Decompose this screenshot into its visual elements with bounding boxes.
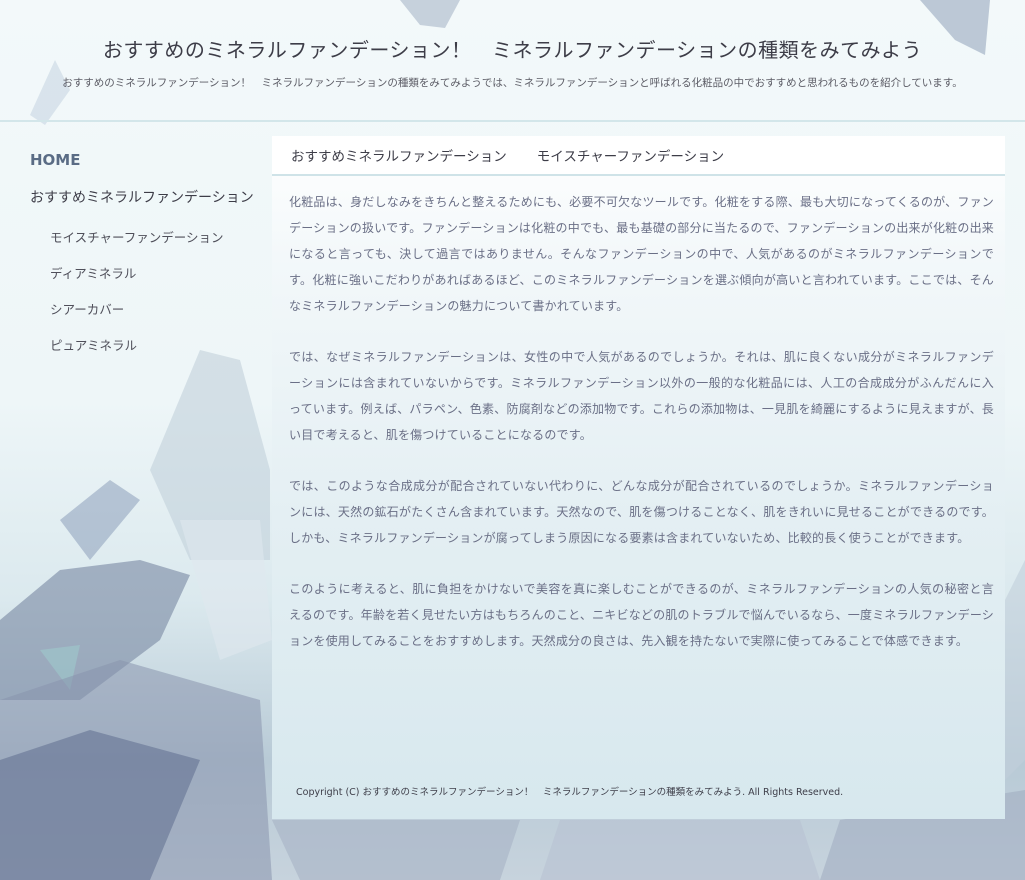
nav-link-moisture-foundation[interactable]: モイスチャーファンデーション xyxy=(30,228,270,248)
site-title[interactable]: おすすめのミネラルファンデーション！ ミネラルファンデーションの種類をみてみよう xyxy=(0,34,1025,63)
breadcrumb-category-link[interactable]: おすすめミネラルファンデーション xyxy=(291,145,507,165)
nav-sub-item: モイスチャーファンデーション xyxy=(30,228,270,248)
article-paragraph: このように考えると、肌に負担をかけないで美容を真に楽しむことができるのが、ミネラ… xyxy=(289,582,994,648)
nav-sub-item: シアーカバー xyxy=(30,300,270,320)
article-paragraph: 化粧品は、身だしなみをきちんと整えるためにも、必要不可欠なツールです。化粧をする… xyxy=(289,195,994,313)
article-paragraph: では、このような合成成分が配合されていない代わりに、どんな成分が配合されているの… xyxy=(289,479,994,545)
nav-link-pure-mineral[interactable]: ピュアミネラル xyxy=(30,336,270,356)
copyright-notice: Copyright (C) おすすめのミネラルファンデーション！ ミネラルファン… xyxy=(296,787,844,798)
main-content: おすすめミネラルファンデーション モイスチャーファンデーション 化粧品は、身だし… xyxy=(272,136,1005,819)
site-header: おすすめのミネラルファンデーション！ ミネラルファンデーションの種類をみてみよう… xyxy=(0,0,1025,122)
nav-sub-list: モイスチャーファンデーション ディアミネラル シアーカバー ピュアミネラル xyxy=(30,228,270,356)
breadcrumb-current-page[interactable]: モイスチャーファンデーション xyxy=(537,145,724,165)
article-paragraph: では、なぜミネラルファンデーションは、女性の中で人気があるのでしょうか。それは、… xyxy=(289,350,994,442)
nav-sub-item: ディアミネラル xyxy=(30,264,270,284)
sidebar-nav: HOME おすすめミネラルファンデーション モイスチャーファンデーション ディア… xyxy=(30,150,270,356)
nav-link-dear-mineral[interactable]: ディアミネラル xyxy=(30,264,270,284)
nav-home-link[interactable]: HOME xyxy=(30,150,270,170)
site-description: おすすめのミネラルファンデーション！ ミネラルファンデーションの種類をみてみよう… xyxy=(62,77,963,89)
breadcrumb: おすすめミネラルファンデーション モイスチャーファンデーション xyxy=(272,136,1005,176)
nav-link-sheer-cover[interactable]: シアーカバー xyxy=(30,300,270,320)
article-body: 化粧品は、身だしなみをきちんと整えるためにも、必要不可欠なツールです。化粧をする… xyxy=(272,176,1005,654)
nav-category-link[interactable]: おすすめミネラルファンデーション xyxy=(30,188,270,208)
nav-sub-item: ピュアミネラル xyxy=(30,336,270,356)
